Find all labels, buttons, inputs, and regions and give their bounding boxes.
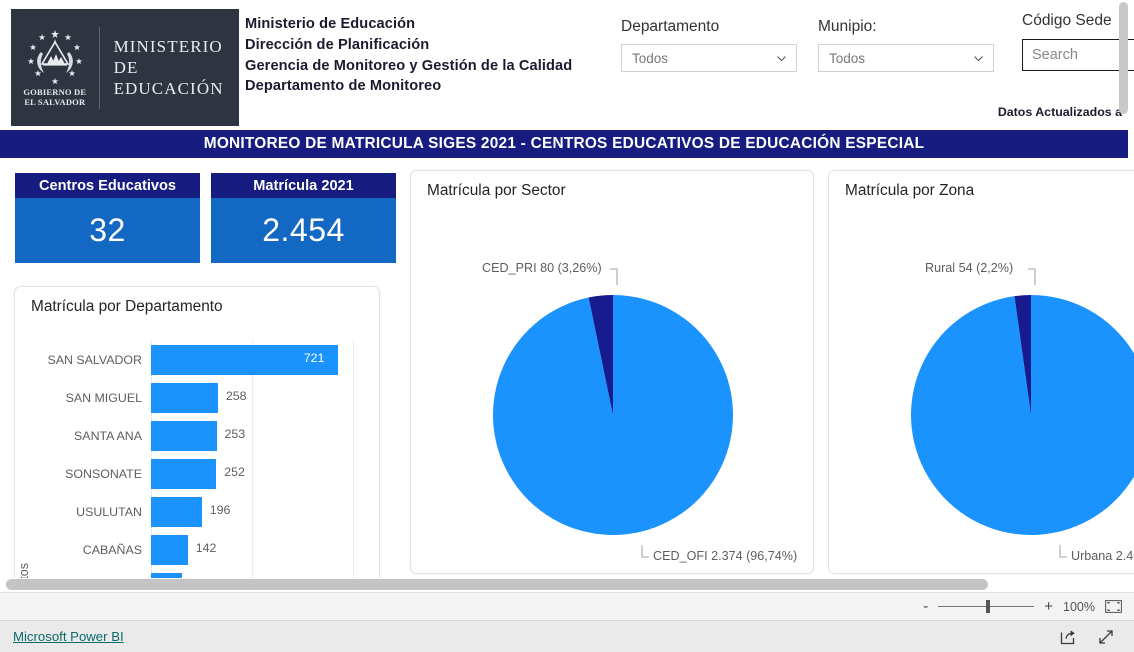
bar-value-label: 252 <box>224 465 245 479</box>
bar-chart-row[interactable]: SAN SALVADOR 721 <box>15 341 379 379</box>
pie-slice-label-ced-ofi: CED_OFI 2.374 (96,74%) <box>653 549 798 563</box>
bar-track: 721 <box>151 341 379 379</box>
slicer-codigo-sede-label: Código Sede <box>1022 12 1112 29</box>
pie-chart-plot-area: Rural 54 (2,2%) Urbana 2.40 <box>829 207 1134 573</box>
pie-slice-label-urbana: Urbana 2.40 <box>1071 549 1134 563</box>
microsoft-power-bi-link[interactable]: Microsoft Power BI <box>13 629 124 644</box>
bar-chart-row[interactable]: CABAÑAS 142 <box>15 531 379 569</box>
chart-title: Matrícula por Sector <box>427 182 566 199</box>
zoom-toolbar: - + 100% <box>0 592 1134 620</box>
kpi-value: 2.454 <box>262 212 345 248</box>
bar-track: 253 <box>151 417 379 455</box>
organization-title-block: Ministerio de Educación Dirección de Pla… <box>245 14 572 97</box>
slicer-municipio-label: Munipio: <box>818 18 877 35</box>
org-line-2: Dirección de Planificación <box>245 36 430 53</box>
bar-segment[interactable] <box>151 383 218 413</box>
codigo-sede-search-box[interactable]: Search <box>1022 39 1134 71</box>
bar-value-label: 253 <box>224 427 246 441</box>
bar-category-label: SAN MIGUEL <box>65 391 142 405</box>
report-title-banner: MONITOREO DE MATRICULA SIGES 2021 - CENT… <box>0 130 1128 158</box>
fullscreen-icon[interactable] <box>1096 627 1116 647</box>
bar-value-label: 142 <box>195 541 217 555</box>
report-canvas: GOBIERNO DE EL SALVADOR MINISTERIO DE ED… <box>0 0 1134 592</box>
bar-segment[interactable] <box>151 421 217 451</box>
report-header: GOBIERNO DE EL SALVADOR MINISTERIO DE ED… <box>0 0 1134 126</box>
kpi-value: 32 <box>89 212 126 248</box>
chevron-down-icon <box>775 52 788 65</box>
bar-category-label: USULUTAN <box>76 505 142 519</box>
bar-track: 252 <box>151 455 379 493</box>
org-line-3: Gerencia de Monitoreo y Gestión de la Ca… <box>245 57 573 74</box>
bar-chart-plot-area: SAN SALVADOR 721 SAN MIGUEL 258 SANTA ANA 253… <box>15 327 379 582</box>
bar-value-label: 258 <box>225 389 247 403</box>
bar-chart-row[interactable]: SAN MIGUEL 258 <box>15 379 379 417</box>
zoom-slider-thumb[interactable] <box>986 600 991 613</box>
kpi-value-area: 32 <box>15 198 200 263</box>
header-vertical-scrollbar[interactable] <box>1119 2 1128 124</box>
chart-card-matricula-por-zona[interactable]: Matrícula por Zona Rural 54 (2,2%) Urban… <box>828 170 1134 574</box>
bar-segment[interactable] <box>151 535 188 565</box>
pie-chart-plot-area: CED_PRI 80 (3,26%) CED_OFI 2.374 (96,74%… <box>411 207 813 573</box>
bar-segment[interactable] <box>151 497 202 527</box>
bar-chart-row[interactable]: SANTA ANA 253 <box>15 417 379 455</box>
municipio-dropdown[interactable]: Todos <box>818 44 994 72</box>
departamento-value: Todos <box>632 50 669 66</box>
canvas-horizontal-scrollbar[interactable] <box>0 578 1134 592</box>
kpi-card-matricula-2021[interactable]: Matrícula 2021 2.454 <box>211 173 396 263</box>
chevron-down-icon <box>972 52 985 65</box>
chart-title: Matrícula por Zona <box>845 182 975 199</box>
bar-category-label: SONSONATE <box>65 467 142 481</box>
zoom-level-label: 100% <box>1063 599 1095 614</box>
ministry-wordmark: MINISTERIO DE EDUCACIÓN <box>113 37 224 98</box>
kpi-value-area: 2.454 <box>211 198 396 263</box>
org-line-1: Ministerio de Educación <box>245 16 416 32</box>
pie-slice-label-rural: Rural 54 (2,2%) <box>925 261 1014 275</box>
zoom-slider[interactable] <box>938 600 1035 613</box>
departamento-dropdown[interactable]: Todos <box>621 44 797 72</box>
pie-slice-label-ced-pri: CED_PRI 80 (3,26%) <box>482 261 602 275</box>
bar-value-label: 721 <box>303 351 325 365</box>
bar-segment[interactable] <box>151 459 217 489</box>
government-seal-block: GOBIERNO DE EL SALVADOR <box>11 9 99 126</box>
report-title: MONITOREO DE MATRICULA SIGES 2021 - CENT… <box>203 135 925 152</box>
org-line-4: Departamento de Monitoreo <box>245 78 442 95</box>
kpi-title: Matrícula 2021 <box>253 177 354 194</box>
power-bi-report-viewer: GOBIERNO DE EL SALVADOR MINISTERIO DE ED… <box>0 0 1134 652</box>
data-updated-note: Datos Actualizados a <box>997 105 1122 119</box>
bar-chart-row[interactable]: USULUTAN 196 <box>15 493 379 531</box>
bar-category-label: CABAÑAS <box>82 543 142 557</box>
chart-card-matricula-por-departamento[interactable]: Matrícula por Departamento SAN SALVADOR 7… <box>14 286 380 583</box>
share-icon[interactable] <box>1058 627 1078 647</box>
bar-category-label: SANTA ANA <box>74 429 142 443</box>
bar-value-label: 196 <box>209 503 231 517</box>
kpi-card-centros-educativos[interactable]: Centros Educativos 32 <box>15 173 200 263</box>
logo-divider <box>98 26 100 109</box>
bar-category-label: SAN SALVADOR <box>47 353 142 367</box>
bar-chart-row[interactable]: SONSONATE 252 <box>15 455 379 493</box>
el-salvador-coat-of-arms-icon <box>24 28 86 86</box>
slicer-municipio: Munipio: Todos <box>818 18 994 72</box>
fit-to-page-icon[interactable] <box>1105 600 1122 613</box>
bar-track: 142 <box>151 531 379 569</box>
ministry-logo: GOBIERNO DE EL SALVADOR MINISTERIO DE ED… <box>11 9 239 126</box>
status-bar: Microsoft Power BI <box>0 620 1134 652</box>
zoom-in-button[interactable]: + <box>1044 599 1053 614</box>
government-label: GOBIERNO DE EL SALVADOR <box>23 87 87 107</box>
bar-track: 258 <box>151 379 379 417</box>
kpi-title: Centros Educativos <box>38 177 177 194</box>
slicer-codigo-sede: Código Sede Search <box>1022 12 1134 71</box>
zoom-out-button[interactable]: - <box>923 599 928 614</box>
bar-track: 196 <box>151 493 379 531</box>
chart-card-matricula-por-sector[interactable]: Matrícula por Sector CED_PRI 80 (3,26%) … <box>410 170 814 574</box>
pie-sector-svg <box>493 268 734 558</box>
kpi-title-bar: Matrícula 2021 <box>211 173 396 198</box>
slicer-departamento-label: Departamento <box>621 18 720 35</box>
kpi-title-bar: Centros Educativos <box>15 173 200 198</box>
slicer-departamento: Departamento Todos <box>621 18 797 72</box>
search-input-placeholder: Search <box>1032 47 1078 63</box>
municipio-value: Todos <box>829 50 866 66</box>
chart-title: Matrícula por Departamento <box>31 298 223 315</box>
